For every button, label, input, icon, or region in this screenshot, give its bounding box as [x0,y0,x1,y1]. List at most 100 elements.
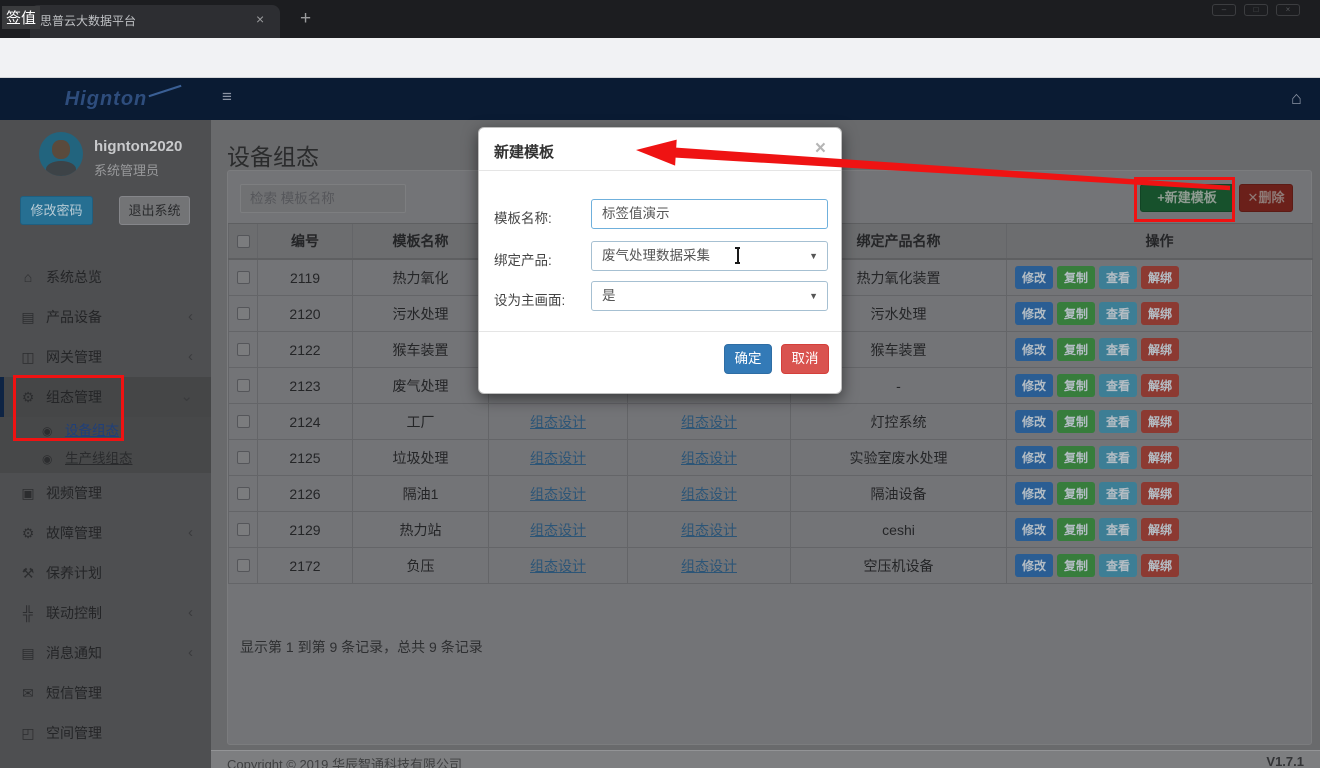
action-查看-button[interactable]: 查看 [1099,482,1137,505]
row-checkbox-cell [228,548,258,583]
sidebar-item-系统总览[interactable]: ⌂系统总览 [0,257,211,297]
row-checkbox[interactable] [237,343,250,356]
brand-logo[interactable]: Hignton [36,88,176,111]
action-复制-button[interactable]: 复制 [1057,446,1095,469]
row-checkbox[interactable] [237,271,250,284]
sidebar-subitem-生产线组态[interactable]: ◉生产线组态 [0,445,211,473]
fault-icon: ⚙ [18,513,38,553]
action-解绑-button[interactable]: 解绑 [1141,338,1179,361]
action-复制-button[interactable]: 复制 [1057,518,1095,541]
change-password-button[interactable]: 修改密码 [20,196,93,225]
action-查看-button[interactable]: 查看 [1099,302,1137,325]
row-checkbox[interactable] [237,379,250,392]
modal-close-icon[interactable]: × [815,138,826,160]
design-link[interactable]: 组态设计 [681,412,737,432]
action-查看-button[interactable]: 查看 [1099,518,1137,541]
row-checkbox[interactable] [237,487,250,500]
row-checkbox-cell [228,296,258,331]
sidebar-subitem-设备组态[interactable]: ◉设备组态 [0,417,211,445]
action-复制-button[interactable]: 复制 [1057,302,1095,325]
action-修改-button[interactable]: 修改 [1015,482,1053,505]
window-maximize-icon[interactable]: □ [1244,4,1268,16]
action-复制-button[interactable]: 复制 [1057,338,1095,361]
design-link[interactable]: 组态设计 [681,556,737,576]
chevron-icon: ‹ [188,337,193,377]
tab-close-icon[interactable]: × [256,12,264,26]
row-checkbox[interactable] [237,415,250,428]
cancel-button[interactable]: 取消 [781,344,829,374]
design-link[interactable]: 组态设计 [530,484,586,504]
sidebar-item-视频管理[interactable]: ▣视频管理 [0,473,211,513]
search-input[interactable]: 检索 模板名称 [240,184,406,213]
action-复制-button[interactable]: 复制 [1057,266,1095,289]
action-查看-button[interactable]: 查看 [1099,446,1137,469]
sidebar-item-联动控制[interactable]: ╬联动控制‹ [0,593,211,633]
browser-tab[interactable]: 思普云大数据平台 [30,5,280,38]
new-template-button[interactable]: +新建模板 [1140,184,1234,212]
row-checkbox[interactable] [237,559,250,572]
row-checkbox[interactable] [237,523,250,536]
new-tab-icon[interactable]: + [300,8,311,30]
sidebar-item-短信管理[interactable]: ✉短信管理 [0,673,211,713]
design-link[interactable]: 组态设计 [530,520,586,540]
sidebar-item-保养计划[interactable]: ⚒保养计划 [0,553,211,593]
action-解绑-button[interactable]: 解绑 [1141,554,1179,577]
sidebar-subitem-label[interactable]: 设备组态 [65,423,119,438]
action-修改-button[interactable]: 修改 [1015,374,1053,397]
design-link[interactable]: 组态设计 [530,412,586,432]
action-复制-button[interactable]: 复制 [1057,410,1095,433]
id-cell: 2119 [258,260,353,295]
action-查看-button[interactable]: 查看 [1099,266,1137,289]
action-查看-button[interactable]: 查看 [1099,338,1137,361]
sidebar-item-空间管理[interactable]: ◰空间管理 [0,713,211,753]
design-link[interactable]: 组态设计 [530,556,586,576]
action-修改-button[interactable]: 修改 [1015,446,1053,469]
action-查看-button[interactable]: 查看 [1099,410,1137,433]
design-link[interactable]: 组态设计 [681,484,737,504]
main-screen-select[interactable]: 是 ▼ [591,281,828,311]
main-screen-label: 设为主画面: [494,289,565,309]
action-查看-button[interactable]: 查看 [1099,554,1137,577]
design-link[interactable]: 组态设计 [530,448,586,468]
sidebar-item-网关管理[interactable]: ◫网关管理‹ [0,337,211,377]
action-查看-button[interactable]: 查看 [1099,374,1137,397]
sidebar-item-消息通知[interactable]: ▤消息通知‹ [0,633,211,673]
design-link[interactable]: 组态设计 [681,448,737,468]
window-close-icon[interactable]: × [1276,4,1300,16]
design-link[interactable]: 组态设计 [681,520,737,540]
template-name-cell: 猴车装置 [353,332,489,367]
action-修改-button[interactable]: 修改 [1015,266,1053,289]
action-修改-button[interactable]: 修改 [1015,302,1053,325]
home-icon[interactable]: ⌂ [1291,88,1302,109]
action-修改-button[interactable]: 修改 [1015,410,1053,433]
sidebar-item-组态管理[interactable]: ⚙组态管理⌄ [0,377,211,417]
select-all-checkbox[interactable] [237,235,250,248]
action-复制-button[interactable]: 复制 [1057,482,1095,505]
action-解绑-button[interactable]: 解绑 [1141,374,1179,397]
header-cell: 编号 [258,224,353,258]
action-解绑-button[interactable]: 解绑 [1141,266,1179,289]
sidebar-subitem-label[interactable]: 生产线组态 [65,451,133,466]
action-复制-button[interactable]: 复制 [1057,374,1095,397]
sidebar-item-产品设备[interactable]: ▤产品设备‹ [0,297,211,337]
action-修改-button[interactable]: 修改 [1015,554,1053,577]
action-解绑-button[interactable]: 解绑 [1141,518,1179,541]
row-checkbox[interactable] [237,307,250,320]
action-复制-button[interactable]: 复制 [1057,554,1095,577]
window-minimize-icon[interactable]: – [1212,4,1236,16]
action-解绑-button[interactable]: 解绑 [1141,482,1179,505]
copyright-text: Copyright © 2019 华辰智通科技有限公司 [227,754,462,768]
row-checkbox[interactable] [237,451,250,464]
delete-button[interactable]: ✕删除 [1239,184,1293,212]
action-解绑-button[interactable]: 解绑 [1141,446,1179,469]
sidebar-item-故障管理[interactable]: ⚙故障管理‹ [0,513,211,553]
sidebar-toggle-icon[interactable]: ≡ [222,87,232,107]
action-修改-button[interactable]: 修改 [1015,518,1053,541]
action-修改-button[interactable]: 修改 [1015,338,1053,361]
confirm-button[interactable]: 确定 [724,344,772,374]
action-解绑-button[interactable]: 解绑 [1141,302,1179,325]
action-解绑-button[interactable]: 解绑 [1141,410,1179,433]
template-name-input[interactable]: 标签值演示 [591,199,828,229]
bind-product-select[interactable]: 废气处理数据采集 ▼ [591,241,828,271]
logout-button[interactable]: 退出系统 [119,196,190,225]
